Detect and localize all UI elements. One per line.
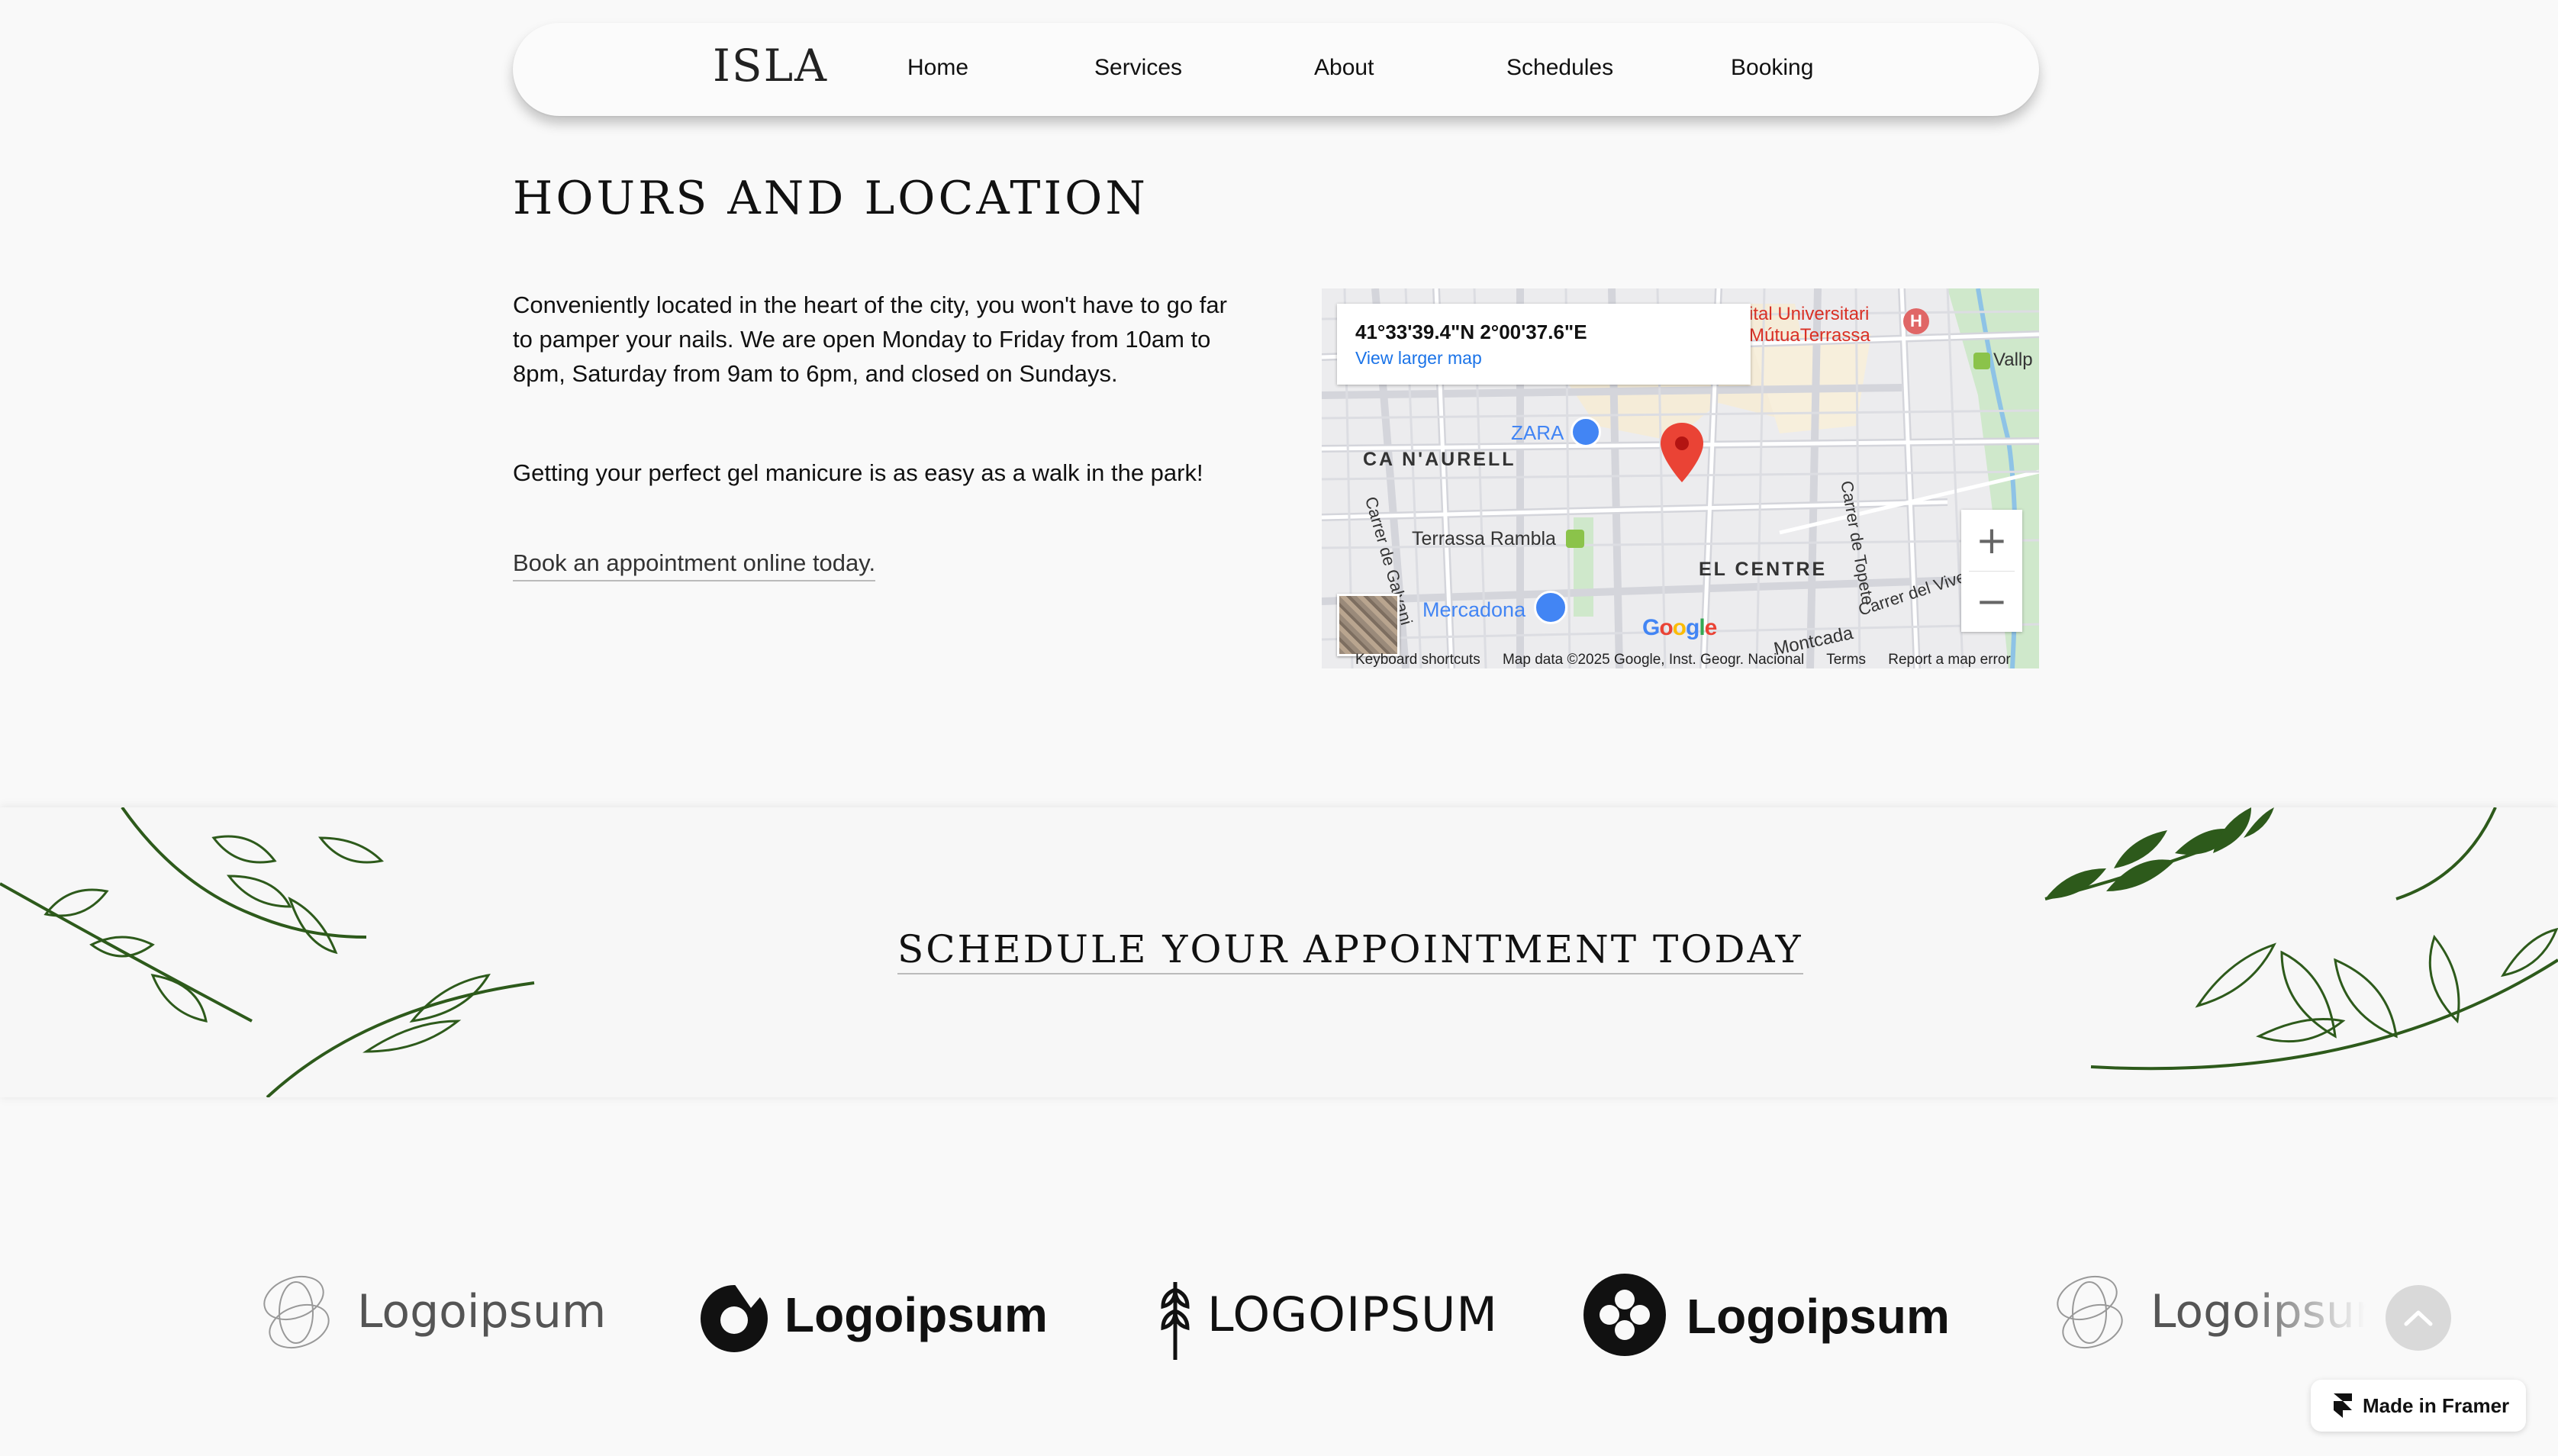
grocery-icon [1534, 591, 1567, 624]
report-map-error-link[interactable]: Report a map error [1888, 652, 2011, 668]
keyboard-shortcuts-link[interactable]: Keyboard shortcuts [1355, 652, 1480, 668]
circle-logo-icon [701, 1284, 768, 1352]
google-logo: Google [1642, 615, 1717, 640]
partner-logo-4: Logoipsum [1583, 1264, 1950, 1363]
framer-badge-label: Made in Framer [2363, 1394, 2510, 1417]
logo-wordmark-5: Logoipsum [2150, 1285, 2366, 1338]
section-title-hours-location: HOURS AND LOCATION [513, 172, 1149, 225]
schedule-appointment-link[interactable]: SCHEDULE YOUR APPOINTMENT TODAY [897, 927, 1803, 974]
zoom-in-button[interactable]: + [1961, 510, 2022, 571]
terms-link[interactable]: Terms [1826, 652, 1866, 668]
chevron-up-icon [2404, 1310, 2433, 1326]
book-appointment-link[interactable]: Book an appointment online today. [513, 549, 876, 581]
scroll-to-top-button[interactable] [2386, 1285, 2451, 1351]
google-map-embed[interactable]: ital Universitari MútuaTerrassa H Vallp … [1322, 288, 2039, 668]
map-label-mercadona: Mercadona [1422, 598, 1526, 621]
map-zoom-control: + − [1961, 510, 2022, 632]
zoom-out-button[interactable]: − [1961, 571, 2022, 632]
hours-description: Conveniently located in the heart of the… [513, 292, 1227, 387]
map-label-hospital: ital Universitari MútuaTerrassa [1749, 304, 1870, 346]
nav-link-home[interactable]: Home [907, 55, 968, 81]
train-station-icon [1566, 530, 1584, 548]
logo-wordmark-4: Logoipsum [1687, 1289, 1950, 1344]
top-navigation-bar: ISLA Home Services About Schedules Booki… [513, 23, 2039, 116]
nav-link-services[interactable]: Services [1094, 55, 1182, 81]
walk-in-park-text: Getting your perfect gel manicure is as … [513, 459, 1203, 486]
nav-link-schedules[interactable]: Schedules [1506, 55, 1613, 81]
partner-logo-2: Logoipsum [697, 1264, 1056, 1363]
shopping-icon [1571, 417, 1601, 447]
partner-logo-5: Logoipsum [2045, 1264, 2366, 1363]
schedule-banner: SCHEDULE YOUR APPOINTMENT TODAY [0, 807, 2558, 1097]
view-larger-map-link[interactable]: View larger map [1355, 348, 1482, 369]
nav-link-about[interactable]: About [1314, 55, 1374, 81]
map-label-zara: ZARA [1511, 421, 1564, 444]
partner-logo-1: Logoipsum [252, 1264, 607, 1363]
map-label-el-centre: EL CENTRE [1699, 559, 1828, 580]
swirl-logo-icon-2 [2057, 1275, 2123, 1349]
flower-logo-icon [1583, 1274, 1666, 1356]
transit-icon [1973, 353, 1990, 369]
logo-wordmark-3: LOGOIPSUM [1207, 1287, 1498, 1342]
map-label-terrassa-rambla: Terrassa Rambla [1412, 528, 1556, 549]
logo-wordmark-1: Logoipsum [357, 1285, 607, 1338]
street-view-thumbnail[interactable] [1337, 594, 1400, 656]
map-info-card: 41°33'39.4"N 2°00'37.6"E View larger map [1337, 304, 1751, 385]
map-label-vallp: Vallp [1993, 350, 2033, 370]
brand-logo[interactable]: ISLA [713, 40, 828, 92]
made-in-framer-badge[interactable]: Made in Framer [2311, 1380, 2526, 1432]
logo-wordmark-2: Logoipsum [784, 1287, 1048, 1342]
map-data-attribution: Map data ©2025 Google, Inst. Geogr. Naci… [1502, 652, 1805, 668]
swirl-logo-icon [263, 1275, 330, 1349]
map-label-ca-naurell: CA N'AURELL [1363, 449, 1516, 470]
hospital-marker-icon: H [1903, 308, 1929, 334]
map-coordinates: 41°33'39.4"N 2°00'37.6"E [1355, 321, 1587, 343]
map-footer: Keyboard shortcuts Map data ©2025 Google… [1355, 652, 2029, 668]
partner-logo-3: LOGOIPSUM [1157, 1264, 1497, 1363]
wheat-logo-icon [1161, 1282, 1190, 1360]
framer-logo-icon [2334, 1393, 2352, 1418]
nav-link-booking[interactable]: Booking [1731, 55, 1813, 81]
location-pin-icon[interactable] [1661, 423, 1703, 484]
